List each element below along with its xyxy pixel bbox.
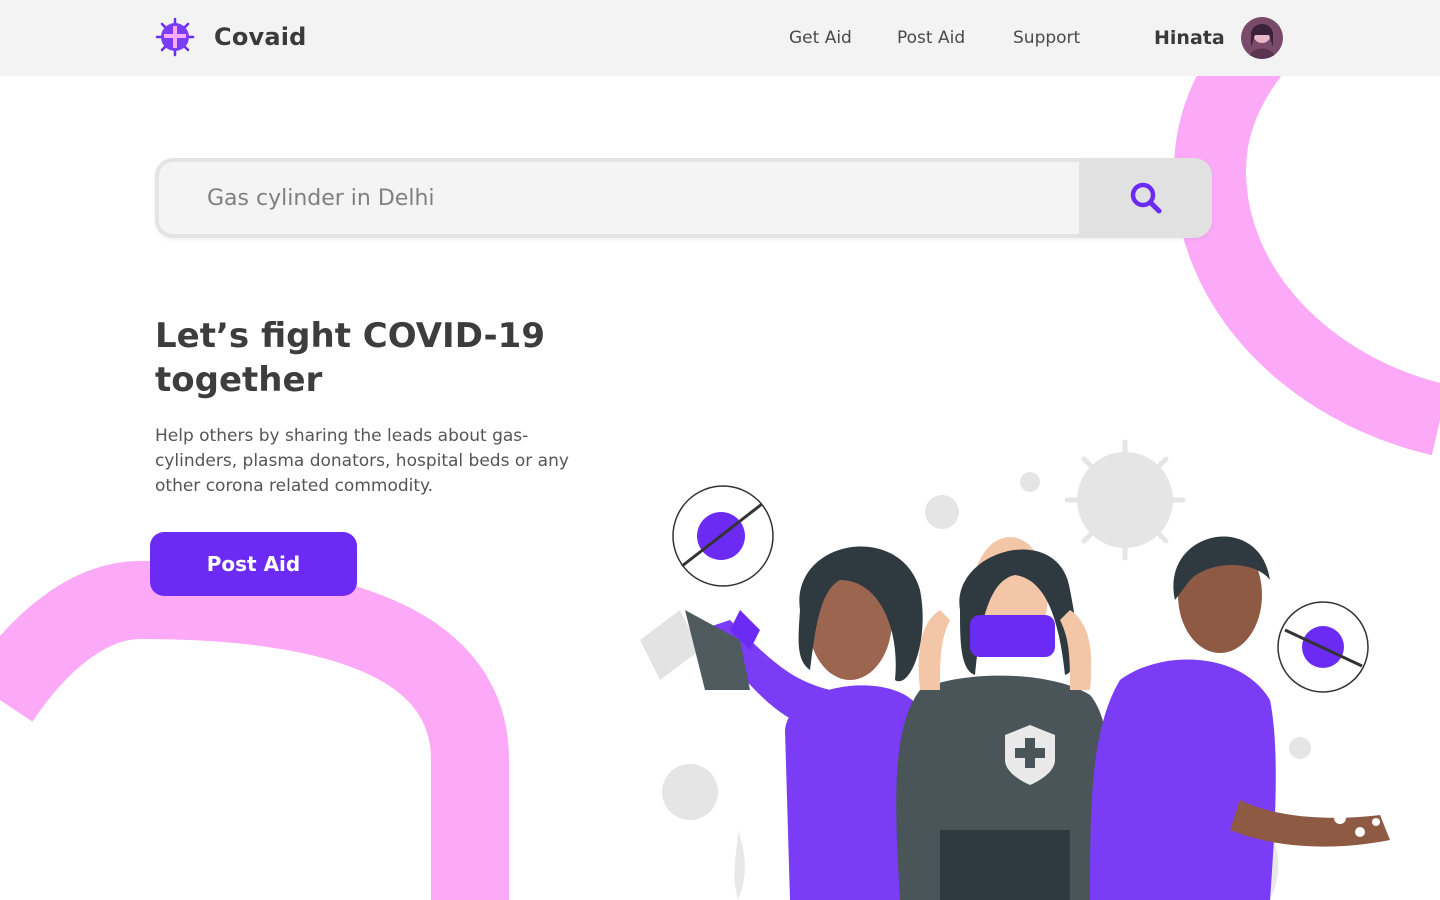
hero-title: Let’s fight COVID-19 together: [155, 316, 545, 400]
search-input[interactable]: [207, 162, 1067, 234]
brand[interactable]: Covaid: [155, 17, 307, 57]
user-name[interactable]: Hinata: [1154, 27, 1225, 49]
nav-support[interactable]: Support: [1013, 28, 1080, 48]
search-bar: [155, 158, 1212, 238]
brand-name: Covaid: [214, 23, 307, 51]
search-button[interactable]: [1079, 158, 1212, 238]
top-navbar: Covaid Get Aid Post Aid Support Hinata: [0, 0, 1440, 76]
search-icon: [1130, 182, 1161, 214]
nav-get-aid[interactable]: Get Aid: [789, 28, 852, 48]
hero-description: Help others by sharing the leads about g…: [155, 426, 569, 496]
avatar[interactable]: [1241, 17, 1283, 59]
people-fighting-covid-illustration: [640, 439, 1390, 900]
nav-post-aid[interactable]: Post Aid: [897, 28, 965, 48]
post-aid-button[interactable]: Post Aid: [150, 532, 357, 596]
avatar-image: [1241, 17, 1283, 59]
virus-logo-icon: [155, 17, 195, 57]
